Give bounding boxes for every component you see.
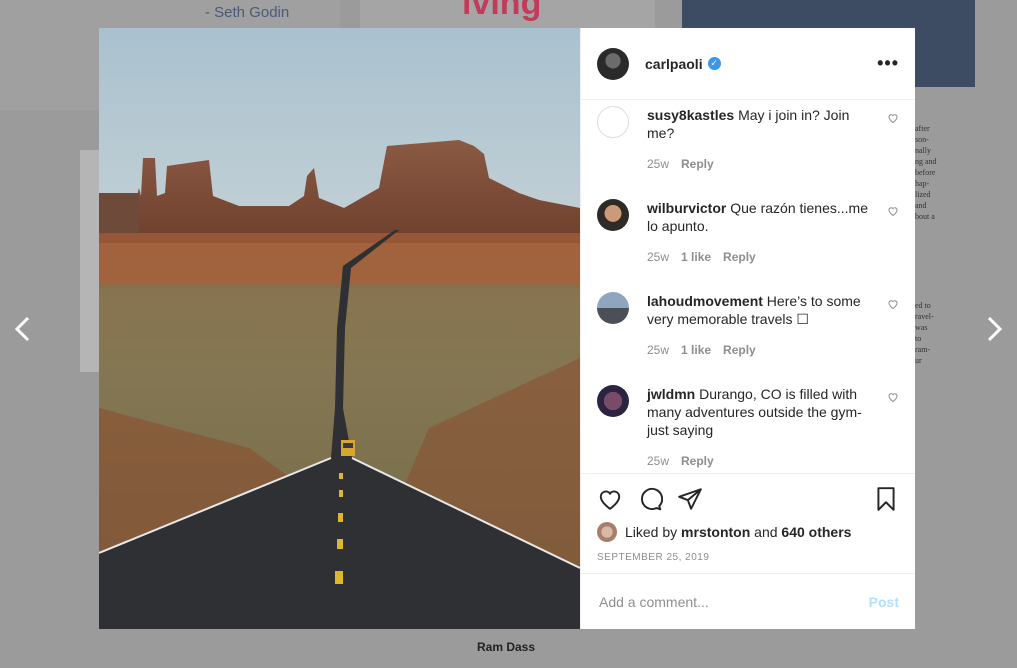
post-button[interactable]: Post bbox=[869, 594, 899, 610]
comment-age: 25w bbox=[647, 343, 670, 357]
background-heading: iving bbox=[462, 0, 542, 22]
comment-item: jwldmn Durango, CO is filled with many a… bbox=[597, 385, 899, 470]
next-post-button[interactable] bbox=[981, 312, 1009, 346]
commenter-avatar[interactable] bbox=[597, 292, 629, 324]
previous-post-button[interactable] bbox=[8, 312, 36, 346]
share-send-icon[interactable] bbox=[677, 486, 703, 512]
liker-avatar[interactable] bbox=[597, 522, 617, 542]
reply-button[interactable]: Reply bbox=[723, 248, 756, 266]
chevron-left-icon bbox=[14, 316, 30, 342]
background-caption: Ram Dass bbox=[477, 640, 536, 654]
background-text: ed to ravel- was to ram- ur bbox=[915, 301, 934, 365]
comment-likes[interactable]: 1 like bbox=[681, 248, 711, 266]
likes-summary: Liked by mrstonton and 640 others bbox=[597, 522, 899, 542]
post-modal: carlpaoli ✓ ••• susy8kastles May i join … bbox=[99, 28, 915, 629]
verified-badge-icon: ✓ bbox=[707, 57, 721, 70]
heart-icon[interactable] bbox=[887, 391, 899, 403]
heart-icon[interactable] bbox=[887, 205, 899, 217]
post-date: SEPTEMBER 25, 2019 bbox=[597, 552, 710, 563]
commenter-avatar[interactable] bbox=[597, 385, 629, 417]
add-comment-bar: Post bbox=[581, 573, 915, 629]
desert-road-photo bbox=[99, 28, 580, 629]
likes-count[interactable]: 640 others bbox=[781, 524, 851, 540]
post-photo[interactable] bbox=[99, 28, 580, 629]
reply-button[interactable]: Reply bbox=[681, 452, 714, 470]
background-card bbox=[80, 150, 100, 372]
bookmark-icon[interactable] bbox=[873, 486, 899, 512]
commenter-avatar[interactable] bbox=[597, 106, 629, 138]
more-options-icon[interactable]: ••• bbox=[877, 53, 899, 74]
author-username[interactable]: carlpaoli bbox=[645, 56, 703, 72]
comment-age: 25w bbox=[647, 454, 670, 468]
comment-item: susy8kastles May i join in? Join me? 25w… bbox=[597, 106, 899, 173]
background-text: after son- nally ng and before hap- lize… bbox=[915, 124, 937, 221]
comment-bubble-icon[interactable] bbox=[637, 486, 663, 512]
comment-age: 25w bbox=[647, 157, 670, 171]
commenter-username[interactable]: wilburvictor bbox=[647, 200, 726, 216]
commenter-username[interactable]: jwldmn bbox=[647, 386, 695, 402]
liked-by-user[interactable]: mrstonton bbox=[681, 524, 750, 540]
reply-button[interactable]: Reply bbox=[681, 155, 714, 173]
background-quote-author: - Seth Godin bbox=[205, 4, 290, 21]
comment-item: lahoudmovement Here’s to some very memor… bbox=[597, 292, 899, 359]
commenter-avatar[interactable] bbox=[597, 199, 629, 231]
liked-by-and: and bbox=[754, 524, 778, 540]
reply-button[interactable]: Reply bbox=[723, 341, 756, 359]
liked-by-prefix: Liked by bbox=[625, 524, 678, 540]
commenter-username[interactable]: susy8kastles bbox=[647, 107, 734, 123]
heart-icon[interactable] bbox=[887, 298, 899, 310]
post-sidebar: carlpaoli ✓ ••• susy8kastles May i join … bbox=[580, 28, 915, 629]
comment-item: wilburvictor Que razón tienes...me lo ap… bbox=[597, 199, 899, 266]
heart-icon[interactable] bbox=[887, 112, 899, 124]
comment-input[interactable] bbox=[597, 592, 869, 611]
comment-age: 25w bbox=[647, 250, 670, 264]
like-heart-icon[interactable] bbox=[597, 486, 623, 512]
chevron-right-icon bbox=[987, 316, 1003, 342]
post-header: carlpaoli ✓ ••• bbox=[581, 28, 915, 100]
comments-list[interactable]: susy8kastles May i join in? Join me? 25w… bbox=[581, 100, 915, 473]
author-avatar[interactable] bbox=[597, 47, 629, 80]
commenter-username[interactable]: lahoudmovement bbox=[647, 293, 763, 309]
post-actions: Liked by mrstonton and 640 others SEPTEM… bbox=[581, 473, 915, 573]
comment-likes[interactable]: 1 like bbox=[681, 341, 711, 359]
